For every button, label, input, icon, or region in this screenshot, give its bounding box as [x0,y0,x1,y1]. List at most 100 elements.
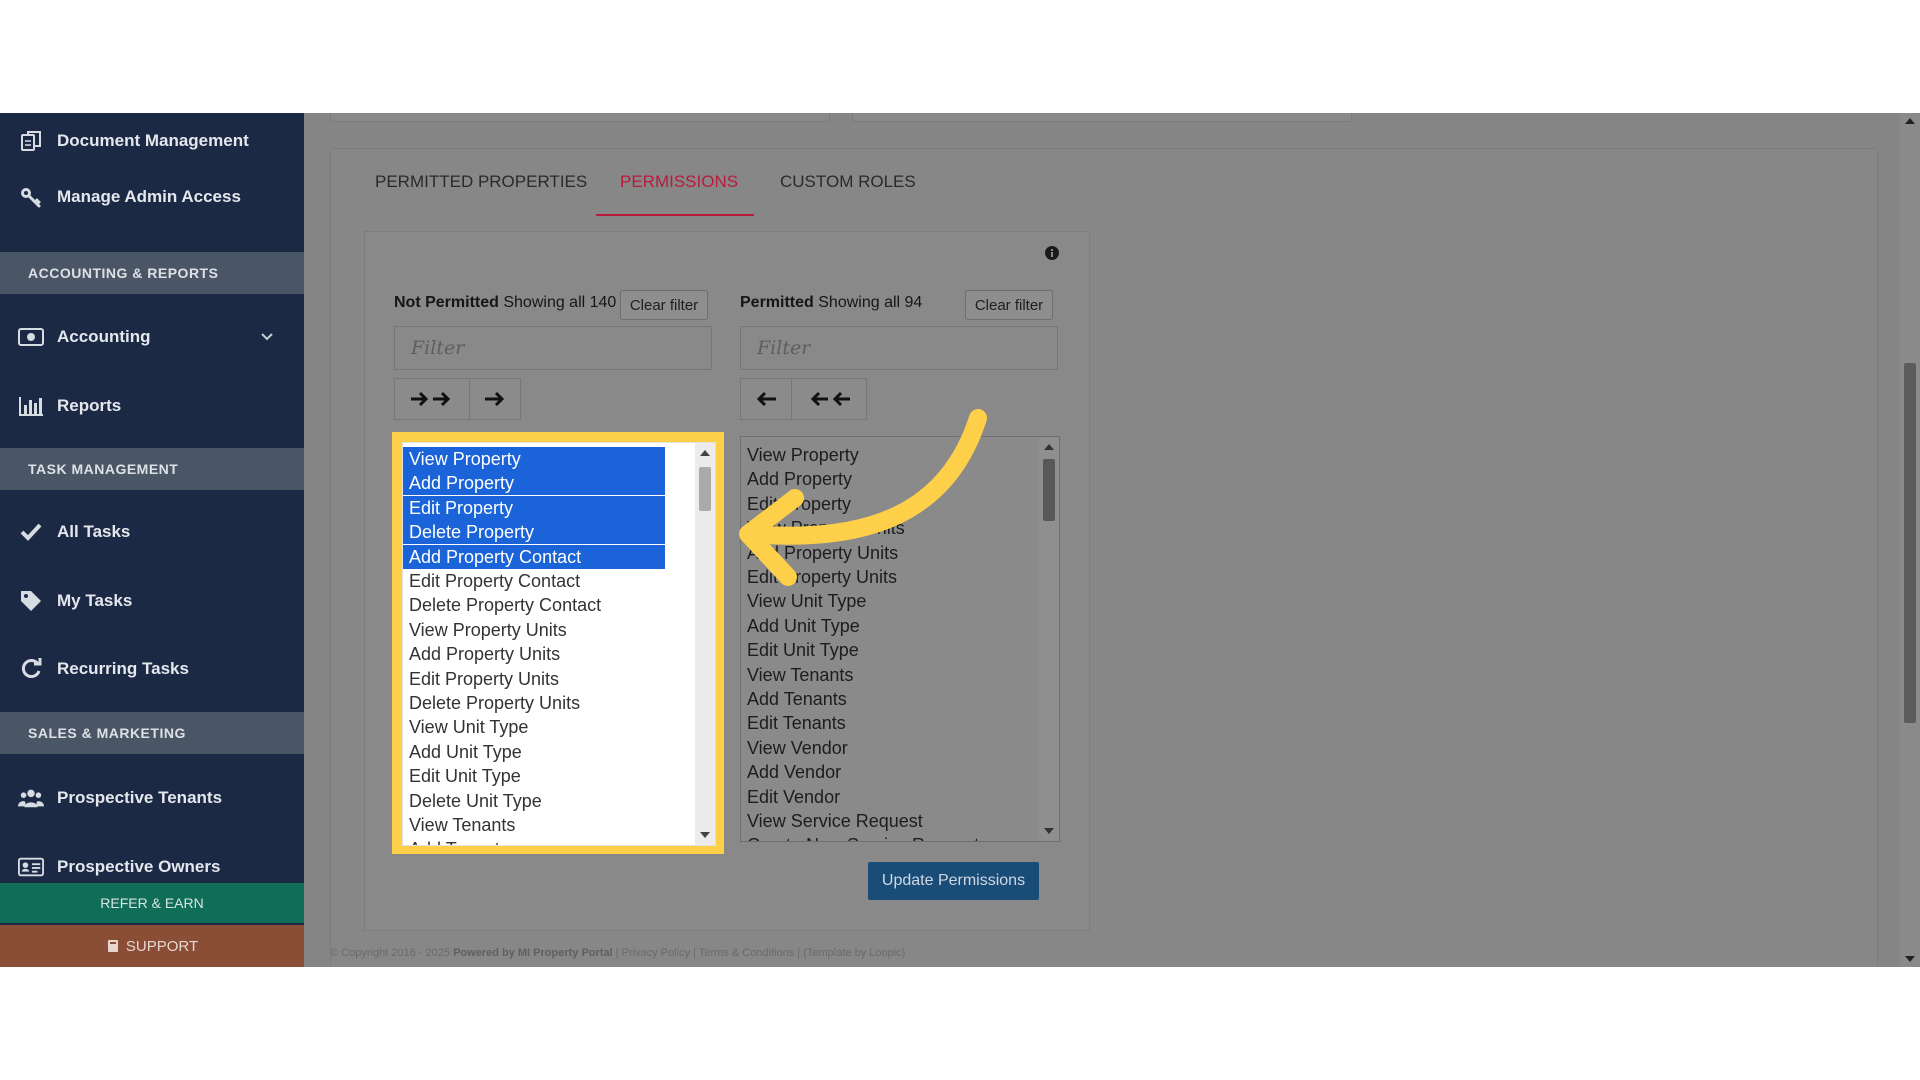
list-option[interactable]: Edit Property Contact [403,569,665,593]
check-icon [18,519,44,545]
list-option[interactable]: View Unit Type [403,715,665,739]
section-sales-marketing: SALES & MARKETING [0,712,304,754]
sidebar-item-recurring-tasks[interactable]: Recurring Tasks [0,641,304,697]
list-option[interactable]: Add Tenants [741,687,1003,711]
move-selected-right-button[interactable] [469,378,521,420]
sidebar-item-reports[interactable]: Reports [0,378,304,434]
page-scrollbar-thumb[interactable] [1904,363,1916,723]
previous-card-fragment [330,113,830,122]
key-icon [18,184,44,210]
page-scroll-down-arrow[interactable] [1905,956,1915,962]
privacy-link[interactable]: Privacy Policy [622,947,690,959]
documents-icon [18,128,44,154]
permitted-clear-filter-button[interactable]: Clear filter [965,290,1053,320]
terms-link[interactable]: Terms & Conditions [699,947,794,959]
list-option[interactable]: View Property Units [403,618,665,642]
list-option[interactable]: Delete Unit Type [403,789,665,813]
permitted-title: Permitted [740,294,814,311]
list-option[interactable]: Add Unit Type [403,740,665,764]
sidebar-item-prospective-tenants[interactable]: Prospective Tenants [0,770,304,826]
list-option[interactable]: Edit Unit Type [741,638,1003,662]
list-option[interactable]: Edit Unit Type [403,764,665,788]
scroll-up-arrow[interactable] [700,450,710,456]
sidebar-item-label: All Tasks [57,522,131,541]
move-all-right-button[interactable] [394,378,470,420]
list-option[interactable]: Add Property Units [403,642,665,666]
not-permitted-header: Not Permitted Showing all 140 [394,294,616,312]
list-option[interactable]: View Property [403,447,665,471]
sidebar-item-label: Prospective Owners [57,857,221,876]
permitted-list-scrollbar[interactable] [1039,437,1059,841]
scroll-up-arrow[interactable] [1044,444,1054,450]
sidebar-item-label: Recurring Tasks [57,659,189,678]
permitted-header: Permitted Showing all 94 [740,294,922,312]
list-option[interactable]: View Service Request [741,809,1003,833]
sidebar-item-label: Reports [57,396,122,415]
scroll-down-arrow[interactable] [700,832,710,838]
tab-custom-roles[interactable]: CUSTOM ROLES [780,172,916,192]
tab-permissions[interactable]: PERMISSIONS [620,172,738,192]
tag-icon [18,588,44,614]
list-option[interactable]: Edit Property [403,495,665,520]
sidebar-item-all-tasks[interactable]: All Tasks [0,504,304,560]
id-card-icon [18,854,44,880]
sidebar-item-my-tasks[interactable]: My Tasks [0,573,304,629]
book-icon [107,940,118,952]
list-option[interactable]: Delete Property Units [403,691,665,715]
money-icon [18,324,44,350]
previous-card-fragment [852,113,1352,122]
bar-chart-icon [18,393,44,419]
tab-permitted-properties[interactable]: PERMITTED PROPERTIES [375,172,587,192]
list-option[interactable]: Add Tenants [403,837,665,845]
info-icon[interactable] [1044,245,1060,261]
not-permitted-count: Showing all 140 [503,294,617,311]
list-option[interactable]: Delete Property [403,520,665,545]
refer-earn-button[interactable]: REFER & EARN [0,883,304,923]
arrow-right-icon [485,391,505,407]
list-option[interactable]: Add Unit Type [741,614,1003,638]
not-permitted-title: Not Permitted [394,294,499,311]
page-scroll-up-arrow[interactable] [1905,118,1915,124]
list-option[interactable]: Edit Tenants [741,711,1003,735]
sidebar-item-label: Accounting [57,327,151,346]
not-permitted-list-scrollbar[interactable] [695,443,715,845]
double-arrow-right-icon [411,391,451,407]
scrollbar-thumb[interactable] [1043,459,1055,521]
sidebar-item-label: My Tasks [57,591,133,610]
list-option[interactable]: Add Vendor [741,760,1003,784]
not-permitted-listbox[interactable]: Add TenantsView TenantsDelete Unit TypeE… [402,442,716,846]
sidebar: Document Management Manage Admin Access … [0,113,304,967]
support-button[interactable]: SUPPORT [0,925,304,967]
scroll-down-arrow[interactable] [1044,828,1054,834]
sidebar-item-manage-admin-access[interactable]: Manage Admin Access [0,169,304,225]
permitted-filter-input[interactable]: Filter [740,326,1058,370]
powered-by: Powered by MI Property Portal [453,947,613,959]
list-option[interactable]: View Tenants [403,813,665,837]
page-scrollbar[interactable] [1900,113,1920,967]
chevron-down-icon[interactable] [260,330,274,344]
users-icon [18,785,44,811]
list-option[interactable]: Add Property [403,471,665,496]
refresh-icon [18,656,44,682]
sidebar-item-document-management[interactable]: Document Management [0,113,304,169]
sidebar-item-label: Prospective Tenants [57,788,223,807]
list-option[interactable]: Delete Property Contact [403,593,665,617]
section-accounting-reports: ACCOUNTING & REPORTS [0,252,304,294]
permitted-count: Showing all 94 [818,294,923,311]
section-task-management: TASK MANAGEMENT [0,448,304,490]
active-tab-indicator [596,214,754,216]
list-option[interactable]: View Tenants [741,663,1003,687]
scrollbar-thumb[interactable] [699,467,711,511]
list-option[interactable]: View Vendor [741,736,1003,760]
sidebar-item-accounting[interactable]: Accounting [0,309,304,365]
footer: © Copyright 2016 - 2025 Powered by MI Pr… [330,947,906,959]
list-option[interactable]: Edit Vendor [741,785,1003,809]
not-permitted-clear-filter-button[interactable]: Clear filter [620,290,708,320]
list-option[interactable]: Add Property Contact [403,544,665,569]
list-option[interactable]: Edit Property Units [403,667,665,691]
update-permissions-button[interactable]: Update Permissions [868,862,1039,900]
highlight-frame: Add TenantsView TenantsDelete Unit TypeE… [392,432,724,854]
annotation-arrow-icon [739,409,987,586]
list-option[interactable]: Create New Service Request [741,833,1003,841]
not-permitted-filter-input[interactable]: Filter [394,326,712,370]
